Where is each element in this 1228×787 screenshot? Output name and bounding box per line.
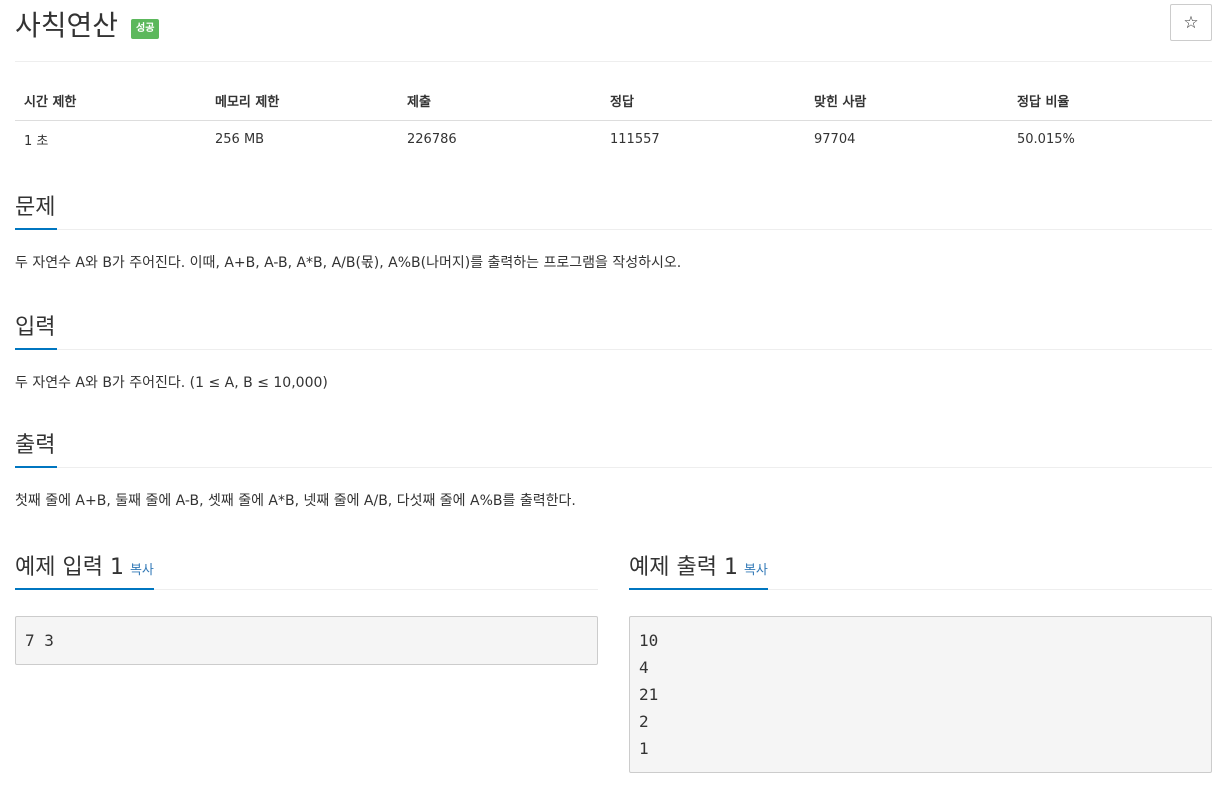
output-section: 출력 첫째 줄에 A+B, 둘째 줄에 A-B, 셋째 줄에 A*B, 넷째 줄… [15, 428, 1212, 512]
sample-output-title: 예제 출력 1 [629, 555, 738, 580]
description-header: 문제 [15, 190, 1212, 230]
sample-output-title-wrap: 예제 출력 1 복사 [629, 550, 768, 590]
accepted-value: 111557 [610, 131, 660, 147]
time-limit-value: 1 초 [24, 133, 49, 149]
solved-users-value: 97704 [814, 131, 856, 147]
description-text: 두 자연수 A와 B가 주어진다. 이때, A+B, A-B, A*B, A/B… [15, 255, 682, 271]
header-accept-ratio: 정답 비율 [1008, 82, 1212, 121]
header-submissions: 제출 [398, 82, 601, 121]
input-section: 입력 두 자연수 A와 B가 주어진다. (1 ≤ A, B ≤ 10,000) [15, 310, 1212, 394]
problem-header: 사칙연산 성공 ☆ [15, 4, 1212, 62]
sample-input-box[interactable]: 7 3 [15, 616, 598, 665]
output-text: 첫째 줄에 A+B, 둘째 줄에 A-B, 셋째 줄에 A*B, 넷째 줄에 A… [15, 493, 576, 509]
sample-input-title: 예제 입력 1 [15, 555, 124, 580]
sample-input-section: 예제 입력 1 복사 7 3 [15, 550, 598, 665]
sample-output-line: 10 [639, 631, 659, 650]
output-header: 출력 [15, 428, 1212, 468]
header-memory-limit: 메모리 제한 [206, 82, 398, 121]
sample-output-line: 4 [639, 658, 649, 677]
table-header-row: 시간 제한 메모리 제한 제출 정답 맞힌 사람 정답 비율 [15, 82, 1212, 121]
sample-output-line: 2 [639, 712, 649, 731]
submissions-value: 226786 [407, 131, 457, 147]
header-solved-users: 맞힌 사람 [805, 82, 1008, 121]
description-title: 문제 [15, 190, 58, 230]
table-row: 1 초 256 MB 226786 111557 97704 50.015% [15, 120, 1212, 158]
header-accepted: 정답 [601, 82, 805, 121]
memory-limit-value: 256 MB [215, 131, 265, 147]
sample-input-header: 예제 입력 1 복사 [15, 550, 598, 590]
input-title: 입력 [15, 310, 58, 350]
copy-sample-input-link[interactable]: 복사 [130, 563, 154, 578]
description-section: 문제 두 자연수 A와 B가 주어진다. 이때, A+B, A-B, A*B, … [15, 190, 1212, 274]
status-badge: 성공 [131, 19, 160, 39]
star-icon: ☆ [1183, 12, 1199, 32]
problem-info-table: 시간 제한 메모리 제한 제출 정답 맞힌 사람 정답 비율 1 초 256 M… [15, 82, 1212, 158]
input-text: 두 자연수 A와 B가 주어진다. (1 ≤ A, B ≤ 10,000) [15, 375, 328, 391]
sample-input-title-wrap: 예제 입력 1 복사 [15, 550, 154, 590]
sample-output-section: 예제 출력 1 복사 10 4 21 2 1 [629, 550, 1212, 773]
sample-output-line: 1 [639, 739, 649, 758]
input-header: 입력 [15, 310, 1212, 350]
header-time-limit: 시간 제한 [15, 82, 206, 121]
sample-input-line: 7 3 [25, 631, 54, 650]
page-title: 사칙연산 [15, 9, 119, 42]
sample-output-line: 21 [639, 685, 659, 704]
sample-output-header: 예제 출력 1 복사 [629, 550, 1212, 590]
copy-sample-output-link[interactable]: 복사 [744, 563, 768, 578]
output-title: 출력 [15, 428, 58, 468]
accept-ratio-value: 50.015% [1017, 131, 1075, 147]
star-button[interactable]: ☆ [1170, 4, 1212, 41]
sample-output-box[interactable]: 10 4 21 2 1 [629, 616, 1212, 773]
